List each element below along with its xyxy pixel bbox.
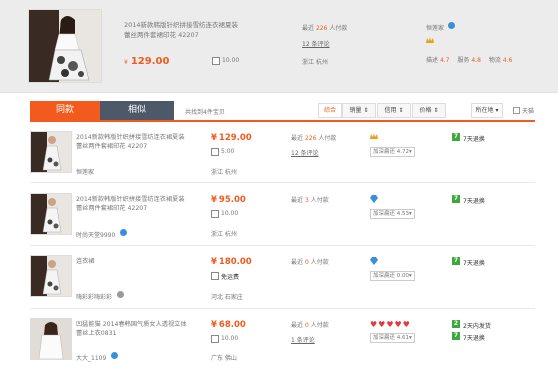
compare-dropdown[interactable]: 加深扁还 4.53▾ xyxy=(370,209,415,219)
row-recent: 最近 3 人付款 xyxy=(291,197,329,204)
sort-credit[interactable]: 信用 ⇕ xyxy=(377,103,411,118)
crown-icon xyxy=(426,37,434,43)
row-location: 浙江 杭州 xyxy=(211,169,237,176)
row-recent: 最近 226 人付款 xyxy=(291,135,337,142)
row-title[interactable]: 2014新款韩版针织拼接雪纺连衣裙夏装 蕾丝两件套裙印花 42207 xyxy=(76,195,194,213)
row-price: ¥95.00 xyxy=(211,195,246,205)
location-select[interactable]: 所在地 ▾ xyxy=(471,103,503,118)
row-divider xyxy=(30,245,535,246)
row-price: ¥129.00 xyxy=(211,133,252,143)
diamond-icon xyxy=(370,195,378,203)
wangwang-offline-icon[interactable] xyxy=(117,291,124,298)
tmall-checkbox[interactable] xyxy=(513,107,520,114)
compare-dropdown[interactable]: 加深扁还 4.72▾ xyxy=(370,147,415,157)
top-box-count: 10.00 xyxy=(222,57,240,64)
tab-similar[interactable]: 相似 xyxy=(100,101,174,120)
top-location: 浙江 杭州 xyxy=(302,59,328,66)
wangwang-icon[interactable] xyxy=(448,22,455,29)
top-seller[interactable]: 恒莲家 xyxy=(426,23,444,32)
row-photo[interactable] xyxy=(30,131,72,173)
row-service: 7天退换 xyxy=(463,136,485,143)
compare-dropdown[interactable]: 加深扁还 0.00▾ xyxy=(370,271,415,281)
row-divider xyxy=(30,182,535,183)
top-reviews-link[interactable]: 12 条评论 xyxy=(302,39,330,48)
row-recent: 最近 0 人付款 xyxy=(291,322,329,329)
row-seller[interactable]: 大大_1109 xyxy=(76,353,106,362)
row-service2: 7天退换 xyxy=(463,335,485,342)
seven-day-icon: 7 xyxy=(452,257,460,265)
box-icon xyxy=(211,148,219,156)
row-service: 7天退换 xyxy=(463,198,485,205)
result-count: 共找到4件宝贝 xyxy=(185,109,225,116)
product-photo[interactable] xyxy=(28,9,102,83)
row-seller[interactable]: 时尚天堂9990 xyxy=(76,230,115,239)
row-photo[interactable] xyxy=(30,318,72,360)
dress-image xyxy=(29,10,101,82)
box-icon xyxy=(211,210,219,218)
row-reviews-link[interactable]: 12 条评论 xyxy=(291,148,319,157)
seven-day-icon: 7 xyxy=(452,195,460,203)
row-service: 2天内发货 xyxy=(463,323,491,330)
top-title[interactable]: 2014新款韩版针织拼接雪纺连衣裙夏装 蕾丝两件套裙印花 42207 xyxy=(124,20,284,40)
row-box: 5.00 xyxy=(221,148,235,155)
box-icon xyxy=(211,272,219,280)
tab-underline xyxy=(30,120,535,122)
row-title[interactable]: 2014新款韩版针织拼接雪纺连衣裙夏装 蕾丝两件套裙印花 42207 xyxy=(76,133,194,151)
row-reviews-link[interactable]: 1 条评论 xyxy=(291,335,315,344)
row-location: 河北 石家庄 xyxy=(211,294,243,301)
row-photo[interactable] xyxy=(30,255,72,297)
blouse-image xyxy=(31,319,71,359)
seven-day-icon: 7 xyxy=(452,332,460,340)
row-box: 10.00 xyxy=(221,335,239,342)
box-icon xyxy=(212,57,220,65)
row-service: 7天退换 xyxy=(463,260,485,267)
row-price: ¥68.00 xyxy=(211,320,246,330)
dress-image xyxy=(31,132,71,172)
tmall-label: 天猫 xyxy=(522,108,535,115)
two-day-icon: 2 xyxy=(452,320,460,328)
top-ratings: 描述 4.7 服务 4.8 物流 4.6 xyxy=(426,57,513,64)
diamond-icon xyxy=(370,257,378,265)
box-icon xyxy=(211,335,219,343)
row-location: 浙江 杭州 xyxy=(211,231,237,238)
top-title-line2[interactable]: 蕾丝两件套裙印花 42207 xyxy=(124,30,284,40)
row-divider xyxy=(30,308,535,309)
row-box: 10.00 xyxy=(221,210,239,217)
row-photo[interactable] xyxy=(30,193,72,235)
sort-sales[interactable]: 销量 ⇕ xyxy=(342,103,376,118)
row-title[interactable]: 连衣裙 xyxy=(76,257,194,266)
row-free-shipping: 免运费 xyxy=(221,274,240,281)
row-price: ¥180.00 xyxy=(211,257,252,267)
crown-icon xyxy=(370,133,378,139)
dress-image xyxy=(31,256,71,296)
hearts-rating-icon: ♥♥♥♥♥ xyxy=(370,320,411,329)
seven-day-icon: 7 xyxy=(452,133,460,141)
top-title-line1[interactable]: 2014新款韩版针织拼接雪纺连衣裙夏装 xyxy=(124,20,284,30)
row-recent: 最近 0 人付款 xyxy=(291,259,329,266)
top-price: ¥129.00 xyxy=(124,56,170,67)
wangwang-icon[interactable] xyxy=(111,352,118,359)
sort-overall[interactable]: 综合 xyxy=(318,103,342,118)
dress-image xyxy=(31,194,71,234)
row-title[interactable]: 凹猛能猫 2014春韩国气质女人透视立体 蕾丝上衣0831 xyxy=(76,320,194,338)
tab-same[interactable]: 同款 xyxy=(30,101,100,120)
row-seller[interactable]: 嗨彩彩嗨彩彩 xyxy=(76,292,112,301)
row-location: 广东 佛山 xyxy=(211,355,237,362)
wangwang-icon[interactable] xyxy=(120,229,127,236)
sort-price[interactable]: 价格 ⇕ xyxy=(412,103,446,118)
compare-dropdown[interactable]: 加深扁还 4.61▾ xyxy=(370,333,415,343)
row-seller[interactable]: 恒莲家 xyxy=(76,167,94,176)
top-recent: 最近 226 人付款 xyxy=(302,25,348,32)
